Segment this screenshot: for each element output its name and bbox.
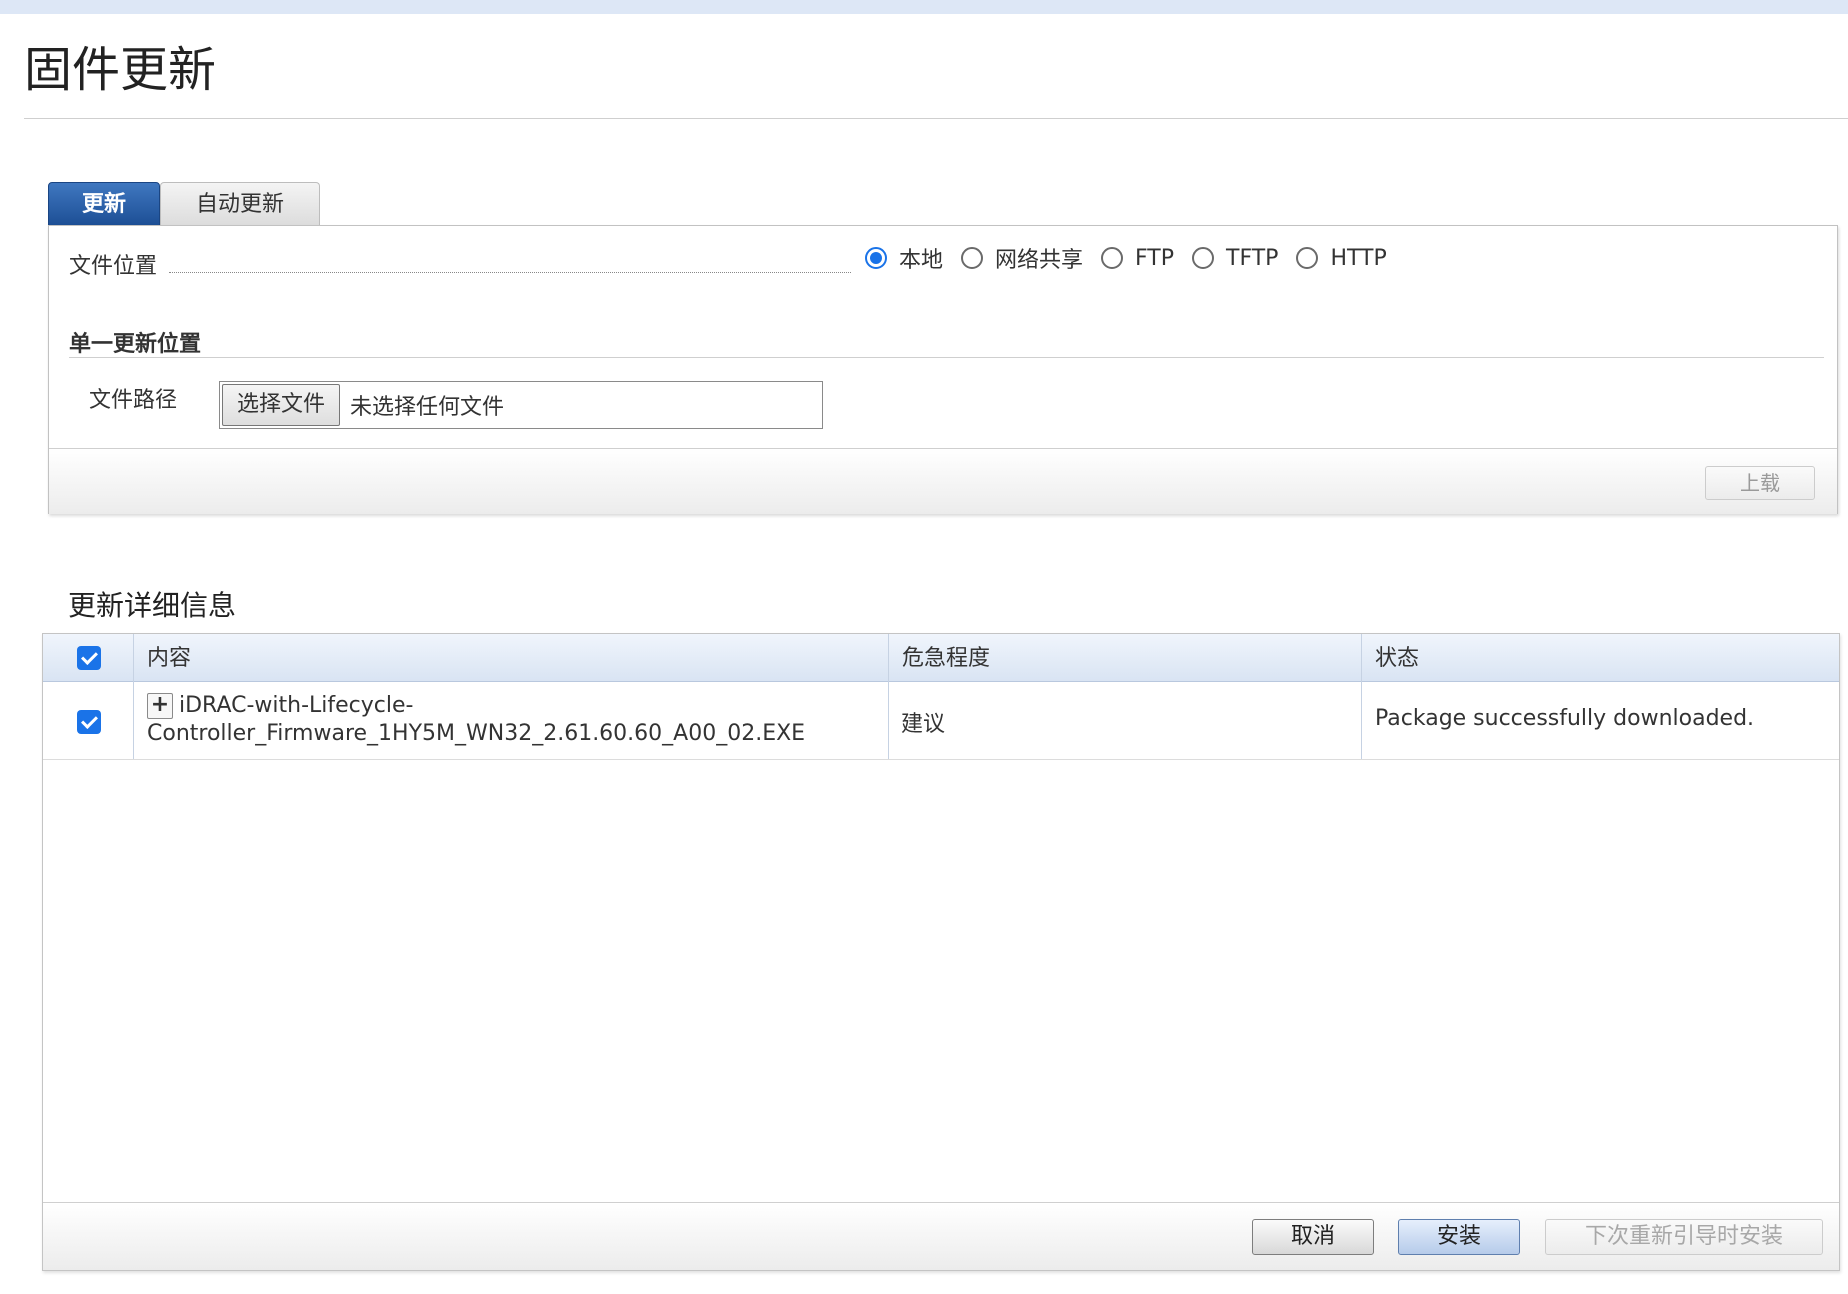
top-strip	[0, 0, 1848, 14]
install-next-reboot-button[interactable]: 下次重新引导时安装	[1545, 1219, 1823, 1255]
filename-line-2: Controller_Firmware_1HY5M_WN32_2.61.60.6…	[147, 721, 806, 746]
criticality-cell: 建议	[901, 712, 946, 737]
tab-auto-update[interactable]: 自动更新	[160, 182, 320, 226]
radio-label-tftp: TFTP	[1226, 245, 1279, 271]
radio-tftp[interactable]: TFTP	[1192, 246, 1278, 271]
radio-label-ftp: FTP	[1135, 245, 1175, 271]
radio-network-share[interactable]: 网络共享	[961, 242, 1083, 274]
choose-file-button[interactable]: 选择文件	[222, 384, 341, 426]
column-header-criticality: 危急程度	[902, 646, 991, 671]
cancel-button[interactable]: 取消	[1252, 1219, 1374, 1255]
file-path-input[interactable]: 选择文件 未选择任何文件	[219, 381, 823, 429]
radio-unselected-icon[interactable]	[1192, 247, 1215, 269]
install-button[interactable]: 安装	[1398, 1219, 1520, 1255]
radio-label-http: HTTP	[1330, 245, 1387, 271]
upload-panel-footer: 上载	[49, 448, 1837, 514]
radio-ftp[interactable]: FTP	[1101, 246, 1174, 271]
select-all-checkbox[interactable]	[77, 646, 101, 670]
table-row[interactable]: + iDRAC-with-Lifecycle- Controller_Firmwa…	[43, 682, 1839, 760]
tab-update[interactable]: 更新	[48, 182, 160, 226]
table-header: 内容 危急程度 状态	[43, 634, 1839, 682]
single-update-heading: 单一更新位置	[69, 332, 202, 357]
radio-selected-icon[interactable]	[865, 247, 887, 269]
radio-unselected-icon[interactable]	[1101, 247, 1124, 269]
upload-panel: 文件位置 本地 网络共享 FTP TFTP HTTP 单一更新位置 文件路径 选…	[48, 225, 1838, 514]
file-path-label: 文件路径	[89, 388, 178, 413]
row-checkbox[interactable]	[77, 710, 101, 734]
dotted-leader	[169, 272, 851, 273]
radio-unselected-icon[interactable]	[961, 247, 984, 269]
radio-http[interactable]: HTTP	[1296, 245, 1387, 271]
file-location-label: 文件位置	[69, 254, 158, 279]
radio-label-local: 本地	[899, 248, 944, 273]
update-details-panel: 内容 危急程度 状态 + iDRAC-with-Lifecycle- Contro…	[42, 633, 1840, 1271]
title-divider	[24, 118, 1848, 119]
firmware-update-page: 固件更新 更新 自动更新 文件位置 本地 网络共享 FTP TFTP HTTP …	[0, 0, 1848, 1294]
radio-unselected-icon[interactable]	[1296, 247, 1319, 269]
file-location-radio-group: 本地 网络共享 FTP TFTP HTTP	[865, 238, 1405, 278]
update-details-title: 更新详细信息	[68, 589, 237, 622]
radio-local[interactable]: 本地	[865, 242, 943, 274]
no-file-chosen-text: 未选择任何文件	[350, 395, 505, 420]
page-title: 固件更新	[24, 42, 217, 98]
column-header-content: 内容	[147, 646, 192, 671]
upload-button[interactable]: 上载	[1705, 466, 1815, 500]
details-footer: 取消 安装 下次重新引导时安装	[43, 1202, 1839, 1270]
expand-plus-icon[interactable]: +	[147, 693, 173, 719]
radio-label-network-share: 网络共享	[995, 248, 1084, 273]
status-cell: Package successfully downloaded.	[1375, 706, 1755, 731]
column-header-status: 状态	[1375, 646, 1420, 671]
filename-line-1: iDRAC-with-Lifecycle-	[179, 693, 414, 718]
section-divider	[69, 357, 1824, 358]
content-cell: + iDRAC-with-Lifecycle- Controller_Firmwa…	[147, 692, 805, 748]
